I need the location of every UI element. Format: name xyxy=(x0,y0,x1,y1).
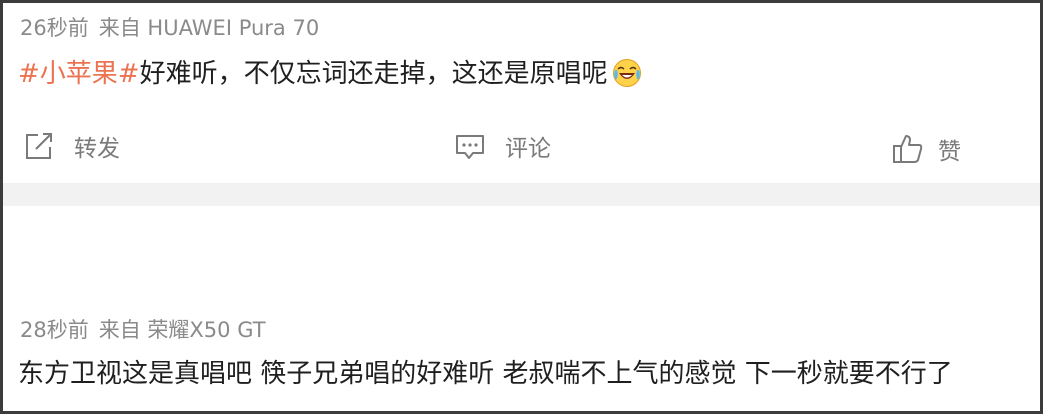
post-source: 来自 荣耀X50 GT xyxy=(98,318,266,342)
comment-label: 评论 xyxy=(505,136,551,162)
post-time[interactable]: 26秒前 xyxy=(20,16,89,40)
post-text: 东方卫视这是真唱吧 筷子兄弟唱的好难听 老叔喘不上气的感觉 下一秒就要不行了 xyxy=(18,359,953,389)
post-source: 来自 HUAWEI Pura 70 xyxy=(98,16,320,40)
post-text: 好难听，不仅忘词还走掉，这还是原唱呢 xyxy=(139,59,608,89)
comment-icon xyxy=(456,135,484,159)
post-meta: 26秒前 来自 HUAWEI Pura 70 xyxy=(20,12,329,42)
like-button[interactable]: 赞 xyxy=(890,131,961,167)
post-content: 东方卫视这是真唱吧 筷子兄弟唱的好难听 老叔喘不上气的感觉 下一秒就要不行了 xyxy=(18,353,953,390)
post-meta: 28秒前 来自 荣耀X50 GT xyxy=(20,314,276,344)
post-time[interactable]: 28秒前 xyxy=(20,318,89,342)
post-content: #小苹果#好难听，不仅忘词还走掉，这还是原唱呢 xyxy=(18,53,642,90)
post-actions: 转发 评论 赞 xyxy=(3,125,1040,169)
feed-post: 28秒前 来自 荣耀X50 GT 东方卫视这是真唱吧 筷子兄弟唱的好难听 老叔喘不… xyxy=(3,206,1040,411)
feed-divider xyxy=(3,183,1040,206)
laugh-cry-emoji-icon xyxy=(612,59,641,87)
like-label: 赞 xyxy=(938,139,961,165)
repost-icon xyxy=(26,133,52,159)
comment-button[interactable]: 评论 xyxy=(453,129,551,163)
thumbs-up-icon xyxy=(893,135,923,163)
repost-button[interactable]: 转发 xyxy=(22,129,120,163)
feed-post: 26秒前 来自 HUAWEI Pura 70 #小苹果#好难听，不仅忘词还走掉，这… xyxy=(3,3,1040,183)
hashtag-link[interactable]: #小苹果# xyxy=(18,59,140,89)
repost-label: 转发 xyxy=(74,136,120,162)
